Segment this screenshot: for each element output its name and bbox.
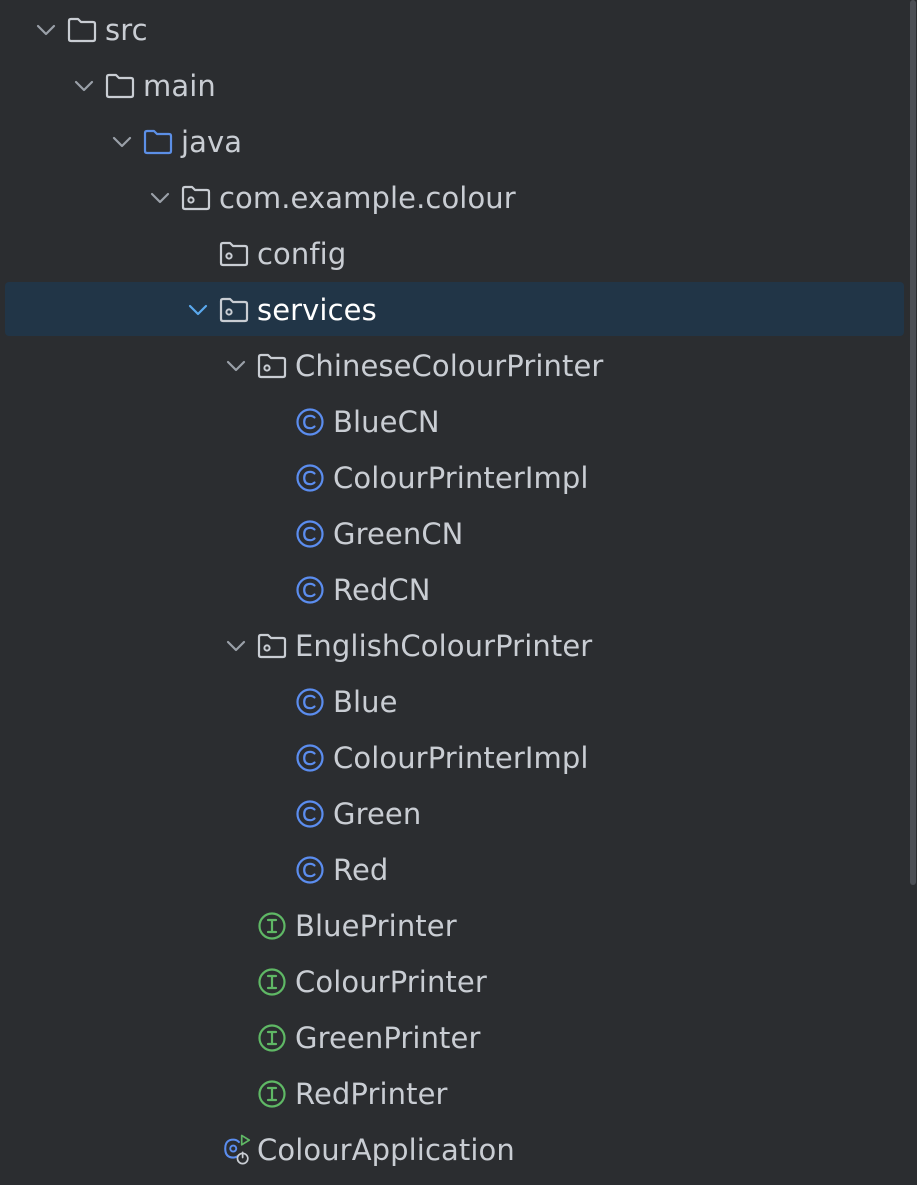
chevron-down-icon[interactable] [34,2,58,58]
tree-node-label: GreenCN [333,517,464,551]
source-folder-icon [142,114,174,170]
tree-node-label: EnglishColourPrinter [295,629,593,663]
class-icon [294,394,326,450]
interface-icon [256,1010,288,1066]
tree-node[interactable]: EnglishColourPrinter [0,618,910,674]
tree-node-label: BluePrinter [295,909,457,943]
interface-icon [256,898,288,954]
chevron-down-icon[interactable] [224,338,248,394]
tree-node-label: ColourPrinterImpl [333,461,589,495]
tree-node-label: Red [333,853,389,887]
tree-node[interactable]: GreenPrinter [0,1010,910,1066]
scrollbar-thumb[interactable] [910,0,916,885]
chevron-down-icon[interactable] [224,618,248,674]
package-icon [218,282,250,338]
package-icon [218,226,250,282]
tree-node[interactable]: java [0,114,910,170]
tree-node-label: services [257,293,377,327]
class-icon [294,674,326,730]
class-icon [294,562,326,618]
class-icon [294,506,326,562]
tree-node-label: com.example.colour [219,181,516,215]
tree-node-label: ColourApplication [257,1133,515,1167]
tree-node[interactable]: com.example.colour [0,170,910,226]
tree-node[interactable]: src [0,2,910,58]
tree-node[interactable]: Red [0,842,910,898]
tree-node[interactable]: BluePrinter [0,898,910,954]
chevron-down-icon[interactable] [148,170,172,226]
folder-icon [104,58,136,114]
tree-node[interactable]: Green [0,786,910,842]
tree-node-label: RedCN [333,573,431,607]
chevron-down-icon[interactable] [72,58,96,114]
package-icon [256,618,288,674]
spring-boot-app-icon [221,1122,253,1178]
tree-node-label: RedPrinter [295,1077,448,1111]
tree-node-label: Green [333,797,422,831]
tree-node[interactable]: ColourPrinterImpl [0,450,910,506]
tree-node-label: ColourPrinterImpl [333,741,589,775]
tree-node[interactable]: services [0,282,910,338]
folder-icon [66,2,98,58]
tree-node-label: BlueCN [333,405,440,439]
tree-node[interactable]: ColourApplication [0,1122,910,1178]
tree-node[interactable]: GreenCN [0,506,910,562]
class-icon [294,450,326,506]
tree-node[interactable]: BlueCN [0,394,910,450]
chevron-down-icon[interactable] [186,282,210,338]
class-icon [294,842,326,898]
tree-node-label: Blue [333,685,398,719]
class-icon [294,730,326,786]
tree-node[interactable]: Blue [0,674,910,730]
tree-node-label: ChineseColourPrinter [295,349,604,383]
tree-node[interactable]: RedPrinter [0,1066,910,1122]
tree-node-label: src [105,13,148,47]
project-tree: src main java com.example.colour config servi… [0,0,917,1185]
package-icon [180,170,212,226]
interface-icon [256,1066,288,1122]
tree-node-label: ColourPrinter [295,965,487,999]
tree-node-label: java [181,125,243,159]
interface-icon [256,954,288,1010]
tree-node-label: config [257,237,347,271]
tree-node[interactable]: ChineseColourPrinter [0,338,910,394]
tree-node[interactable]: config [0,226,910,282]
chevron-down-icon[interactable] [110,114,134,170]
tree-node[interactable]: ColourPrinterImpl [0,730,910,786]
tree-node-label: GreenPrinter [295,1021,481,1055]
tree-node[interactable]: RedCN [0,562,910,618]
tree-node[interactable]: main [0,58,910,114]
tree-node[interactable]: ColourPrinter [0,954,910,1010]
class-icon [294,786,326,842]
tree-node-label: main [143,69,216,103]
package-icon [256,338,288,394]
selection-highlight [5,282,904,336]
